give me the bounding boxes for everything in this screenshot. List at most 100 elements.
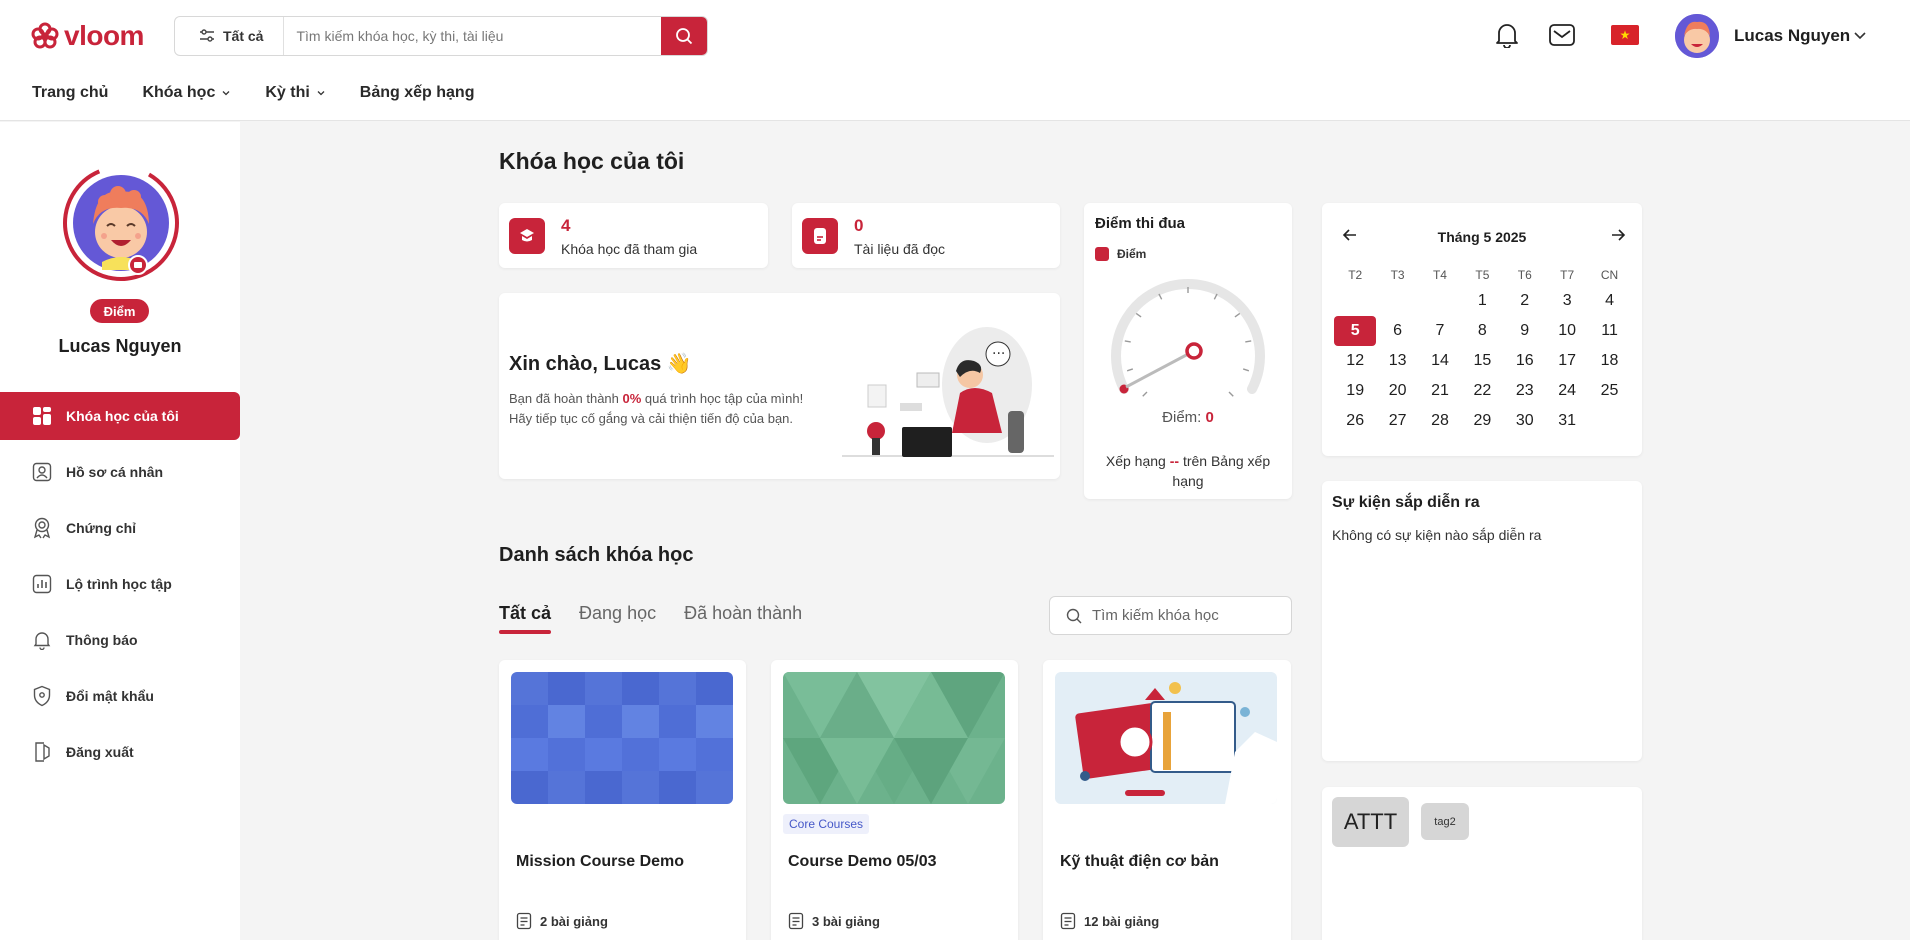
welcome-message: Bạn đã hoàn thành 0% quá trình học tập c… [509,389,803,429]
nav-item-exams[interactable]: Kỳ thi [265,84,325,102]
gauge-tick [1234,312,1241,318]
logout-icon [35,742,50,762]
events-empty-message: Không có sự kiện nào sắp diễn ra [1332,527,1542,543]
calendar-day[interactable]: 11 [1588,316,1630,346]
calendar-day[interactable]: 6 [1376,316,1418,346]
calendar-day[interactable]: 20 [1376,376,1418,406]
calendar-day[interactable]: 4 [1588,286,1630,316]
gauge-title: Điểm thi đua [1095,215,1186,232]
sidebar-item-label: Đổi mật khẩu [66,688,154,704]
sidebar-item-label: Khóa học của tôi [66,408,179,424]
calendar-blank [1376,286,1418,316]
mosaic-tile [696,771,733,804]
calendar-day[interactable]: 25 [1588,376,1630,406]
calendar-day[interactable]: 18 [1588,346,1630,376]
calendar-day[interactable]: 7 [1419,316,1461,346]
calendar-day[interactable]: 30 [1504,406,1546,436]
tag-chip[interactable]: ATTT [1332,797,1409,847]
search-icon [676,28,693,45]
sidebar-item-learning-path[interactable]: Lộ trình học tập [0,560,240,608]
calendar-day[interactable]: 13 [1376,346,1418,376]
nav-item-courses[interactable]: Khóa học [142,84,231,102]
vietnam-flag-icon[interactable]: ★ [1611,25,1639,45]
calendar-day[interactable]: 26 [1334,406,1376,436]
top-header: vloom Tất cả ★ [0,0,1910,121]
nav-item-home[interactable]: Trang chủ [32,84,108,102]
avatar[interactable] [1675,14,1719,58]
course-search [1049,596,1292,635]
tab-all[interactable]: Tất cả [499,603,552,634]
mosaic-tile [659,771,696,804]
mosaic-tile [511,705,548,738]
sidebar-item-change-password[interactable]: Đổi mật khẩu [0,672,240,720]
course-card[interactable]: Kỹ thuật điện cơ bản 12 bài giảng [1043,660,1291,940]
rank-value: -- [1169,453,1180,469]
tab-completed[interactable]: Đã hoàn thành [684,603,802,624]
gauge-tick [1242,368,1250,372]
calendar-day-today[interactable]: 5 [1334,316,1377,346]
calendar-day[interactable]: 12 [1334,346,1376,376]
calendar-day[interactable]: 24 [1546,376,1588,406]
calendar-day[interactable]: 22 [1461,376,1503,406]
mosaic-tile [511,771,548,804]
header-user-name[interactable]: Lucas Nguyen [1734,26,1850,46]
chevron-down-icon [222,91,230,96]
tag-chip[interactable]: tag2 [1421,803,1469,840]
calendar-day[interactable]: 28 [1419,406,1461,436]
messages-button[interactable] [1547,20,1577,50]
mail-icon [1549,24,1575,46]
calendar-day[interactable]: 9 [1504,316,1546,346]
sidebar-item-label: Đăng xuất [66,744,134,760]
course-thumbnail [783,672,1005,804]
calendar-month-title: Tháng 5 2025 [1437,229,1527,245]
gauge-legend: Điểm [1095,247,1146,261]
course-card[interactable]: Core Courses Course Demo 05/03 3 bài giả… [771,660,1018,940]
chart-icon [32,574,52,594]
course-tag: Core Courses [783,814,870,834]
profile-avatar[interactable] [60,162,182,284]
course-card[interactable]: Mission Course Demo 2 bài giảng [499,660,746,940]
mosaic-tile [585,738,622,771]
rank-suffix: trên Bảng xếp hạng [1172,453,1271,489]
filter-icon [200,29,214,42]
sidebar-item-logout[interactable]: Đăng xuất [0,728,240,776]
calendar-day[interactable]: 10 [1546,316,1588,346]
gauge-tick [1142,391,1148,397]
gauge-tick [1245,340,1252,343]
course-search-input[interactable] [1092,607,1282,624]
notification-button[interactable] [1492,20,1522,50]
calendar-day[interactable]: 29 [1461,406,1503,436]
calendar-day[interactable]: 15 [1461,346,1503,376]
sidebar-item-certificates[interactable]: Chứng chỉ [0,504,240,552]
calendar-next-button[interactable] [1610,228,1626,247]
search-filter-button[interactable]: Tất cả [175,17,285,55]
calendar-day[interactable]: 23 [1504,376,1546,406]
logo[interactable]: vloom [30,20,144,52]
mosaic-tile [622,672,659,705]
course-thumbnail [1055,672,1277,804]
mosaic-tile [548,738,585,771]
user-menu-toggle[interactable] [1852,27,1868,48]
search-button[interactable] [661,17,707,55]
calendar-day[interactable]: 17 [1546,346,1588,376]
calendar-day[interactable]: 8 [1461,316,1503,346]
calendar-day[interactable]: 3 [1546,286,1588,316]
calendar-day[interactable]: 31 [1546,406,1588,436]
calendar-day[interactable]: 14 [1419,346,1461,376]
sidebar-item-my-courses[interactable]: Khóa học của tôi [0,392,240,440]
calendar-day[interactable]: 16 [1504,346,1546,376]
tab-in-progress[interactable]: Đang học [579,603,656,624]
calendar-day[interactable]: 21 [1419,376,1461,406]
global-search-input[interactable] [284,17,661,55]
document-icon [802,218,838,254]
calendar-day[interactable]: 27 [1376,406,1418,436]
calendar-day[interactable]: 1 [1461,286,1503,316]
calendar-day[interactable]: 19 [1334,376,1376,406]
avatar-face-icon [1675,14,1719,58]
calendar-day[interactable]: 2 [1504,286,1546,316]
sidebar-item-notifications[interactable]: Thông báo [0,616,240,664]
score-label: Điểm: [1162,409,1202,426]
nav-item-leaderboard[interactable]: Bảng xếp hạng [360,84,475,102]
sidebar-item-profile[interactable]: Hồ sơ cá nhân [0,448,240,496]
calendar-blank [1334,286,1376,316]
